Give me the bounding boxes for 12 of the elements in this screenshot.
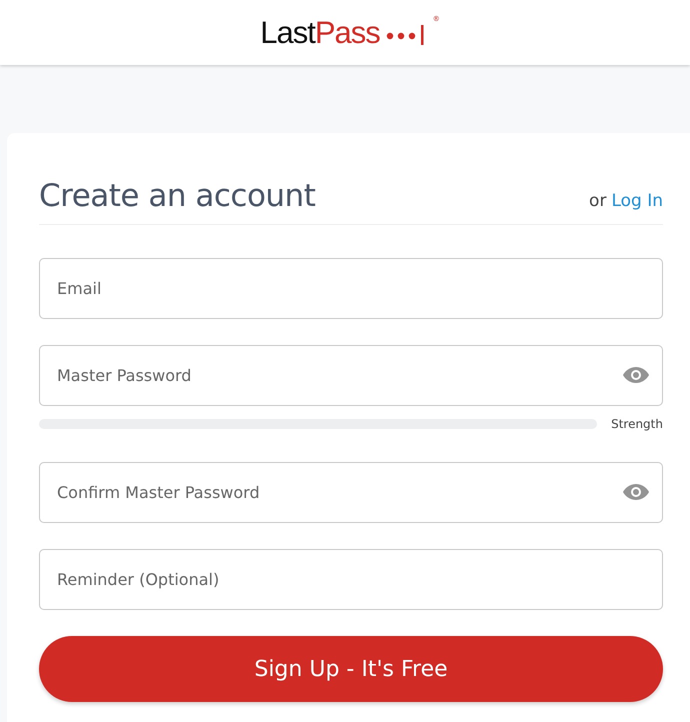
strength-label: Strength (611, 417, 663, 431)
input-field[interactable]: Reminder (Optional) (39, 549, 663, 610)
input-field[interactable]: Master Password (39, 345, 663, 406)
input-field[interactable]: Email (39, 258, 663, 319)
alt-prefix: or (589, 191, 606, 211)
signup-button[interactable]: Sign Up - It's Free (39, 636, 663, 702)
input-field[interactable]: Confirm Master Password (39, 462, 663, 523)
login-link[interactable]: Log In (611, 191, 663, 211)
eye-icon[interactable] (622, 483, 650, 501)
eye-icon[interactable] (622, 366, 650, 384)
form-title: Create an account (39, 178, 316, 214)
logo-wordmark: LastPass (260, 14, 380, 50)
